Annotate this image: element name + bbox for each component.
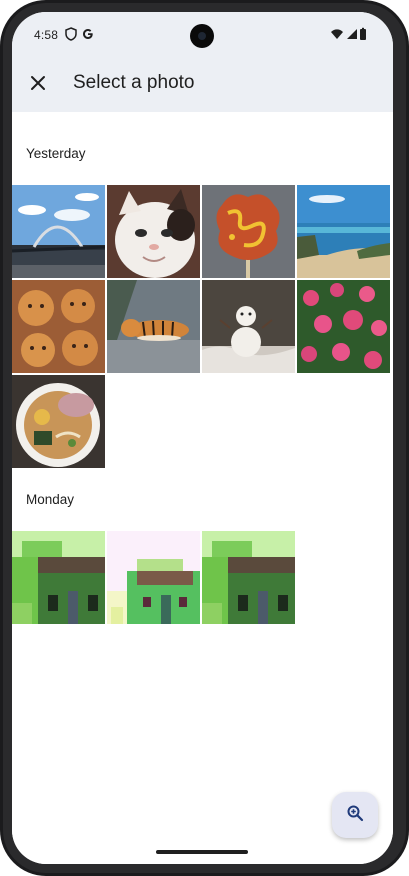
front-camera (190, 24, 214, 48)
status-bar: 4:58 (12, 12, 393, 58)
page-title: Select a photo (73, 72, 195, 93)
photo-thumbnail-cat[interactable] (107, 185, 200, 278)
photo-picker-content: Yesterday Monday (12, 112, 393, 864)
photo-thumbnail-ramen[interactable] (12, 375, 105, 468)
battery-icon (359, 27, 367, 41)
photo-thumbnail-pixel-house-2[interactable] (107, 531, 200, 624)
photo-thumbnail-roses[interactable] (297, 280, 390, 373)
gesture-nav-handle[interactable] (156, 850, 248, 854)
photo-thumbnail-tiger[interactable] (107, 280, 200, 373)
photo-thumbnail-pixel-house-3[interactable] (202, 531, 295, 624)
close-icon (30, 75, 46, 96)
photo-grid-monday (12, 531, 390, 624)
photo-thumbnail-snowman[interactable] (202, 280, 295, 373)
section-label-yesterday: Yesterday (26, 146, 86, 161)
screen: 4:58 Select a photo Yesterday Monday (12, 12, 393, 864)
close-button[interactable] (22, 69, 54, 101)
phone-frame: 4:58 Select a photo Yesterday Monday (0, 0, 409, 876)
signal-icon (345, 27, 359, 41)
google-g-icon (81, 27, 95, 41)
app-bar: Select a photo (12, 58, 393, 112)
shield-icon (64, 27, 78, 41)
wifi-icon (330, 27, 344, 41)
photo-thumbnail-beach[interactable] (297, 185, 390, 278)
photo-grid-yesterday (12, 185, 390, 468)
photo-thumbnail-pixel-house-1[interactable] (12, 531, 105, 624)
zoom-button[interactable] (332, 792, 378, 838)
section-label-monday: Monday (26, 492, 75, 507)
photo-thumbnail-fried-food[interactable] (202, 185, 295, 278)
zoom-in-icon (346, 804, 364, 827)
photo-thumbnail-bridge[interactable] (12, 185, 105, 278)
status-time: 4:58 (34, 28, 59, 42)
photo-thumbnail-animal-buns[interactable] (12, 280, 105, 373)
